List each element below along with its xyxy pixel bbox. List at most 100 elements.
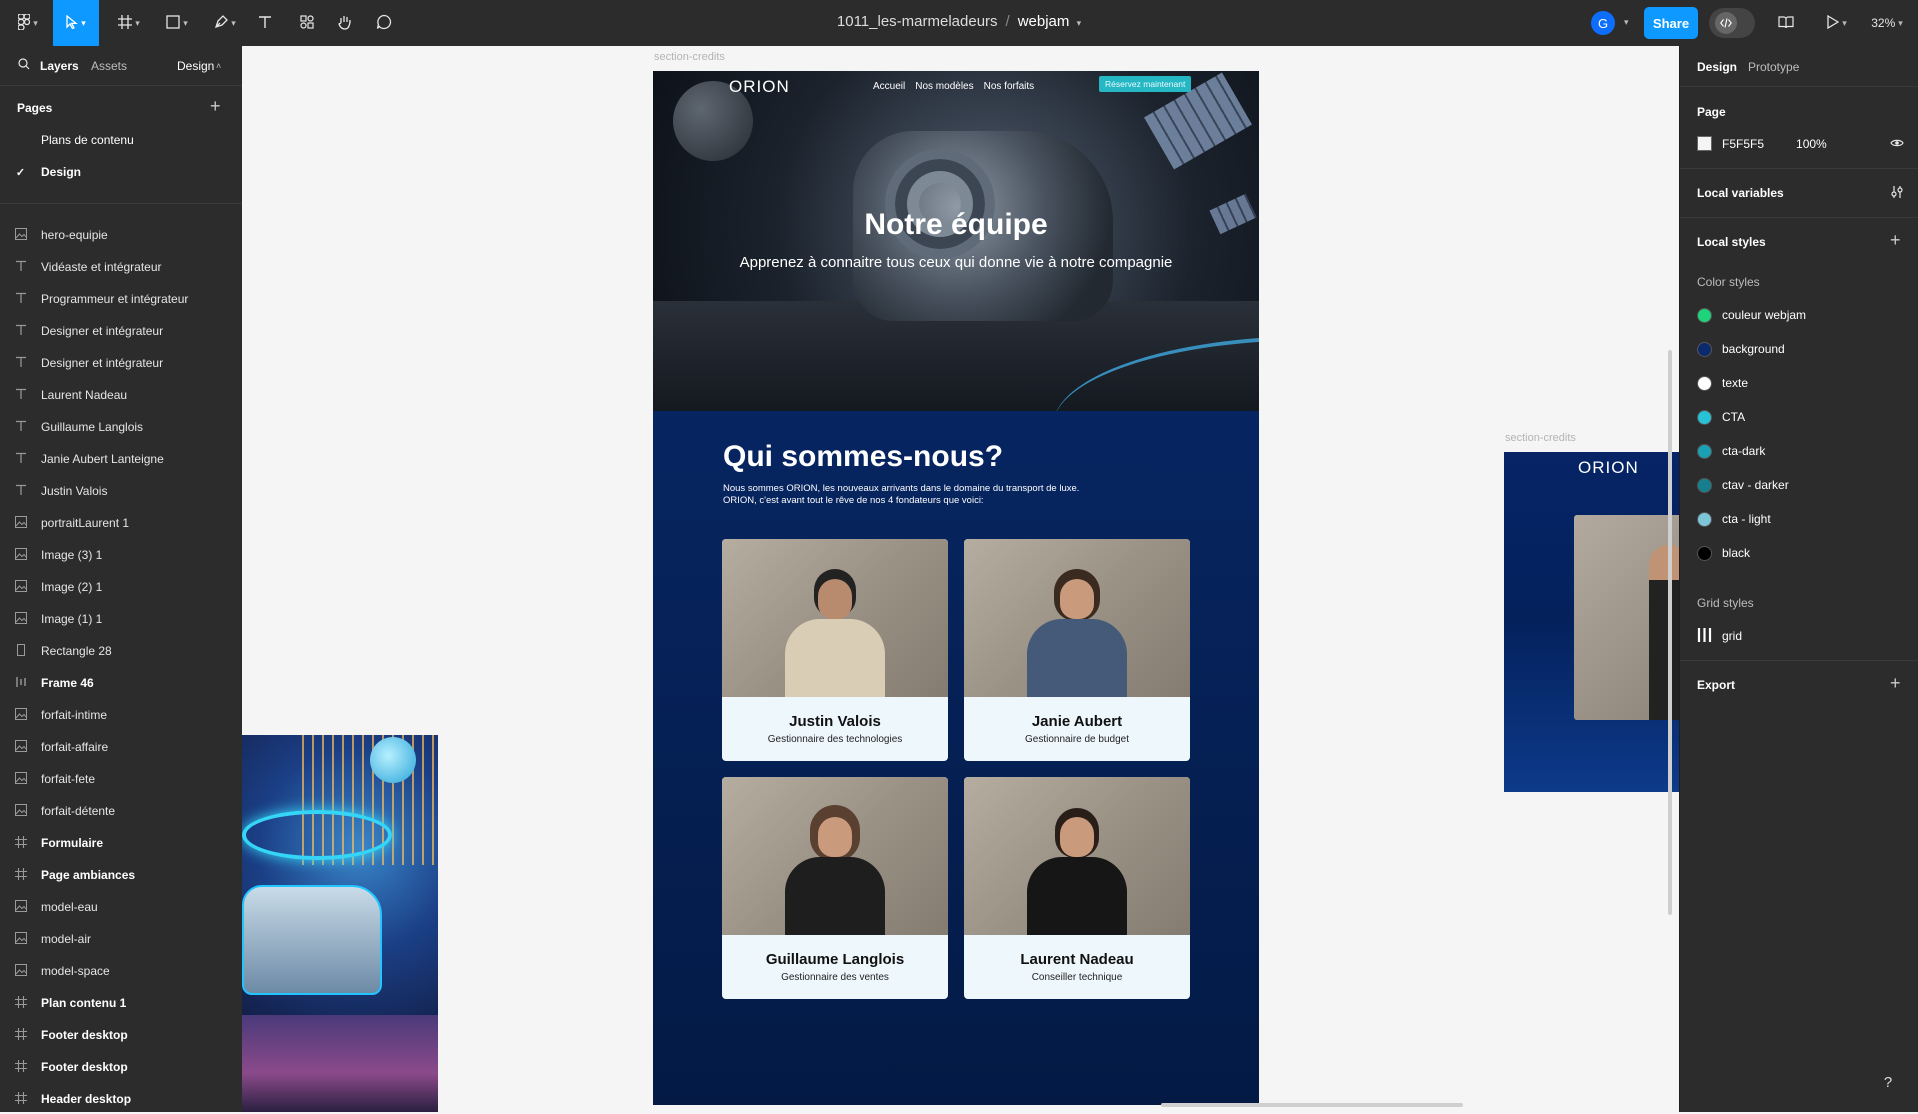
tab-design[interactable]: Design — [1697, 60, 1737, 74]
add-style-icon[interactable]: + — [1890, 230, 1901, 251]
team-card: Guillaume Langlois Gestionnaire des vent… — [722, 777, 948, 999]
color-style-item[interactable]: cta - light — [1697, 508, 1771, 530]
library-button[interactable] — [1773, 7, 1799, 39]
page-opacity[interactable]: 100% — [1796, 137, 1827, 151]
color-swatch[interactable] — [1697, 136, 1712, 151]
section-credits-frame[interactable]: ORION Accueil Nos modèles Nos forfaits R… — [653, 71, 1259, 1105]
page-item[interactable]: Plans de contenu — [0, 125, 242, 155]
frame-tool-button[interactable]: ▾ — [112, 7, 146, 39]
search-icon[interactable] — [18, 58, 30, 73]
layer-item[interactable]: Janie Aubert Lanteigne — [0, 444, 242, 474]
layer-item[interactable]: Justin Valois — [0, 476, 242, 506]
color-style-item[interactable]: ctav - darker — [1697, 474, 1789, 496]
horizontal-scrollbar[interactable] — [1161, 1103, 1463, 1107]
layer-item[interactable]: Formulaire — [0, 828, 242, 858]
tab-layers[interactable]: Layers — [40, 59, 79, 73]
add-export-icon[interactable]: + — [1890, 673, 1901, 694]
image-icon — [0, 227, 41, 243]
layer-item[interactable]: Image (1) 1 — [0, 604, 242, 634]
page-item-active[interactable]: ✓ Design — [0, 157, 242, 187]
layer-item[interactable]: hero-equipie — [0, 220, 242, 250]
eye-icon[interactable] — [1890, 137, 1904, 151]
color-style-item[interactable]: texte — [1697, 372, 1748, 394]
layer-item[interactable]: Laurent Nadeau — [0, 380, 242, 410]
text-icon — [0, 356, 41, 371]
layer-item[interactable]: Footer desktop — [0, 1052, 242, 1082]
layer-item[interactable]: Plan contenu 1 — [0, 988, 242, 1018]
tab-prototype[interactable]: Prototype — [1748, 60, 1799, 74]
page-color-field[interactable]: F5F5F5 100% — [1697, 136, 1827, 151]
move-tool-button[interactable]: ▾ — [53, 0, 99, 46]
layer-item[interactable]: Page ambiances — [0, 860, 242, 890]
about-title: Qui sommes-nous? — [723, 440, 1004, 473]
avatar[interactable]: G — [1591, 11, 1615, 35]
pen-tool-button[interactable]: ▾ — [208, 7, 242, 39]
layer-item[interactable]: forfait-intime — [0, 700, 242, 730]
layer-item[interactable]: Image (2) 1 — [0, 572, 242, 602]
dev-mode-toggle[interactable] — [1709, 8, 1755, 38]
local-styles: Local styles — [1697, 235, 1766, 249]
color-style-item[interactable]: CTA — [1697, 406, 1745, 428]
layer-item[interactable]: Footer desktop — [0, 1020, 242, 1050]
layer-item[interactable]: Rectangle 28 — [0, 636, 242, 666]
hand-tool-button[interactable] — [334, 7, 356, 39]
layer-item[interactable]: Designer et intégrateur — [0, 316, 242, 346]
frame-label[interactable]: section-credits — [654, 51, 725, 63]
file-name[interactable]: 1011_les-marmeladeurs — [837, 13, 998, 30]
nav-link-accueil: Accueil — [873, 81, 906, 92]
chevron-down-icon[interactable]: ▾ — [1624, 17, 1629, 28]
layer-item[interactable]: Frame 46 — [0, 668, 242, 698]
shape-tool-button[interactable]: ▾ — [160, 7, 194, 39]
export-heading[interactable]: Export — [1697, 678, 1735, 692]
page-color-value[interactable]: F5F5F5 — [1722, 137, 1764, 151]
comment-tool-button[interactable] — [373, 7, 395, 39]
local-variables[interactable]: Local variables — [1697, 186, 1784, 200]
chevron-down-icon[interactable]: ▾ — [1077, 18, 1082, 28]
color-style-item[interactable]: black — [1697, 542, 1750, 564]
layer-item[interactable]: forfait-affaire — [0, 732, 242, 762]
ambiance-image[interactable] — [242, 735, 438, 1112]
color-style-item[interactable]: background — [1697, 338, 1785, 360]
tab-assets[interactable]: Assets — [91, 59, 127, 73]
layer-item[interactable]: Vidéaste et intégrateur — [0, 252, 242, 282]
text-tool-button[interactable] — [254, 7, 276, 39]
layer-item[interactable]: portraitLaurent 1 — [0, 508, 242, 538]
variables-icon[interactable] — [1891, 185, 1903, 202]
help-button[interactable]: ? — [1874, 1068, 1902, 1096]
share-button[interactable]: Share — [1644, 7, 1698, 39]
layer-item[interactable]: Programmeur et intégrateur — [0, 284, 242, 314]
grid-style-item[interactable]: grid — [1697, 625, 1742, 647]
play-icon — [1827, 14, 1840, 32]
layer-item[interactable]: Guillaume Langlois — [0, 412, 242, 442]
project-name[interactable]: webjam — [1018, 13, 1070, 30]
vertical-scrollbar[interactable] — [1668, 350, 1672, 915]
layer-item[interactable]: Image (3) 1 — [0, 540, 242, 570]
section-credits-mobile-frame[interactable]: ORION — [1504, 452, 1679, 792]
portrait — [1574, 515, 1679, 720]
frame-icon — [0, 1059, 41, 1075]
layer-item[interactable]: model-space — [0, 956, 242, 986]
color-style-item[interactable]: cta-dark — [1697, 440, 1765, 462]
zoom-control[interactable]: 32% ▾ — [1864, 7, 1910, 39]
color-style-item[interactable]: couleur webjam — [1697, 304, 1806, 326]
present-button[interactable]: ▾ — [1820, 7, 1854, 39]
team-card: Justin Valois Gestionnaire des technolog… — [722, 539, 948, 761]
layer-item[interactable]: Designer et intégrateur — [0, 348, 242, 378]
layer-item[interactable]: forfait-détente — [0, 796, 242, 826]
chevron-up-icon[interactable]: ˄ — [216, 61, 221, 71]
resources-button[interactable] — [296, 7, 318, 39]
layer-item[interactable]: model-air — [0, 924, 242, 954]
team-name: Guillaume Langlois — [765, 951, 905, 968]
layer-label: Rectangle 28 — [41, 644, 112, 658]
layer-item[interactable]: model-eau — [0, 892, 242, 922]
auto-layout-icon — [0, 676, 41, 691]
frame-label[interactable]: section-credits — [1505, 432, 1576, 444]
team-role: Gestionnaire de budget — [1025, 734, 1129, 745]
about-text: Nous sommes ORION, les nouveaux arrivant… — [723, 483, 1080, 506]
nav-link-forfaits: Nos forfaits — [983, 81, 1035, 92]
add-page-icon[interactable]: + — [210, 96, 221, 117]
main-menu-button[interactable]: ▾ — [12, 7, 44, 39]
layer-item[interactable]: Header desktop — [0, 1084, 242, 1114]
page-switcher[interactable]: Design — [177, 59, 214, 73]
layer-item[interactable]: forfait-fete — [0, 764, 242, 794]
